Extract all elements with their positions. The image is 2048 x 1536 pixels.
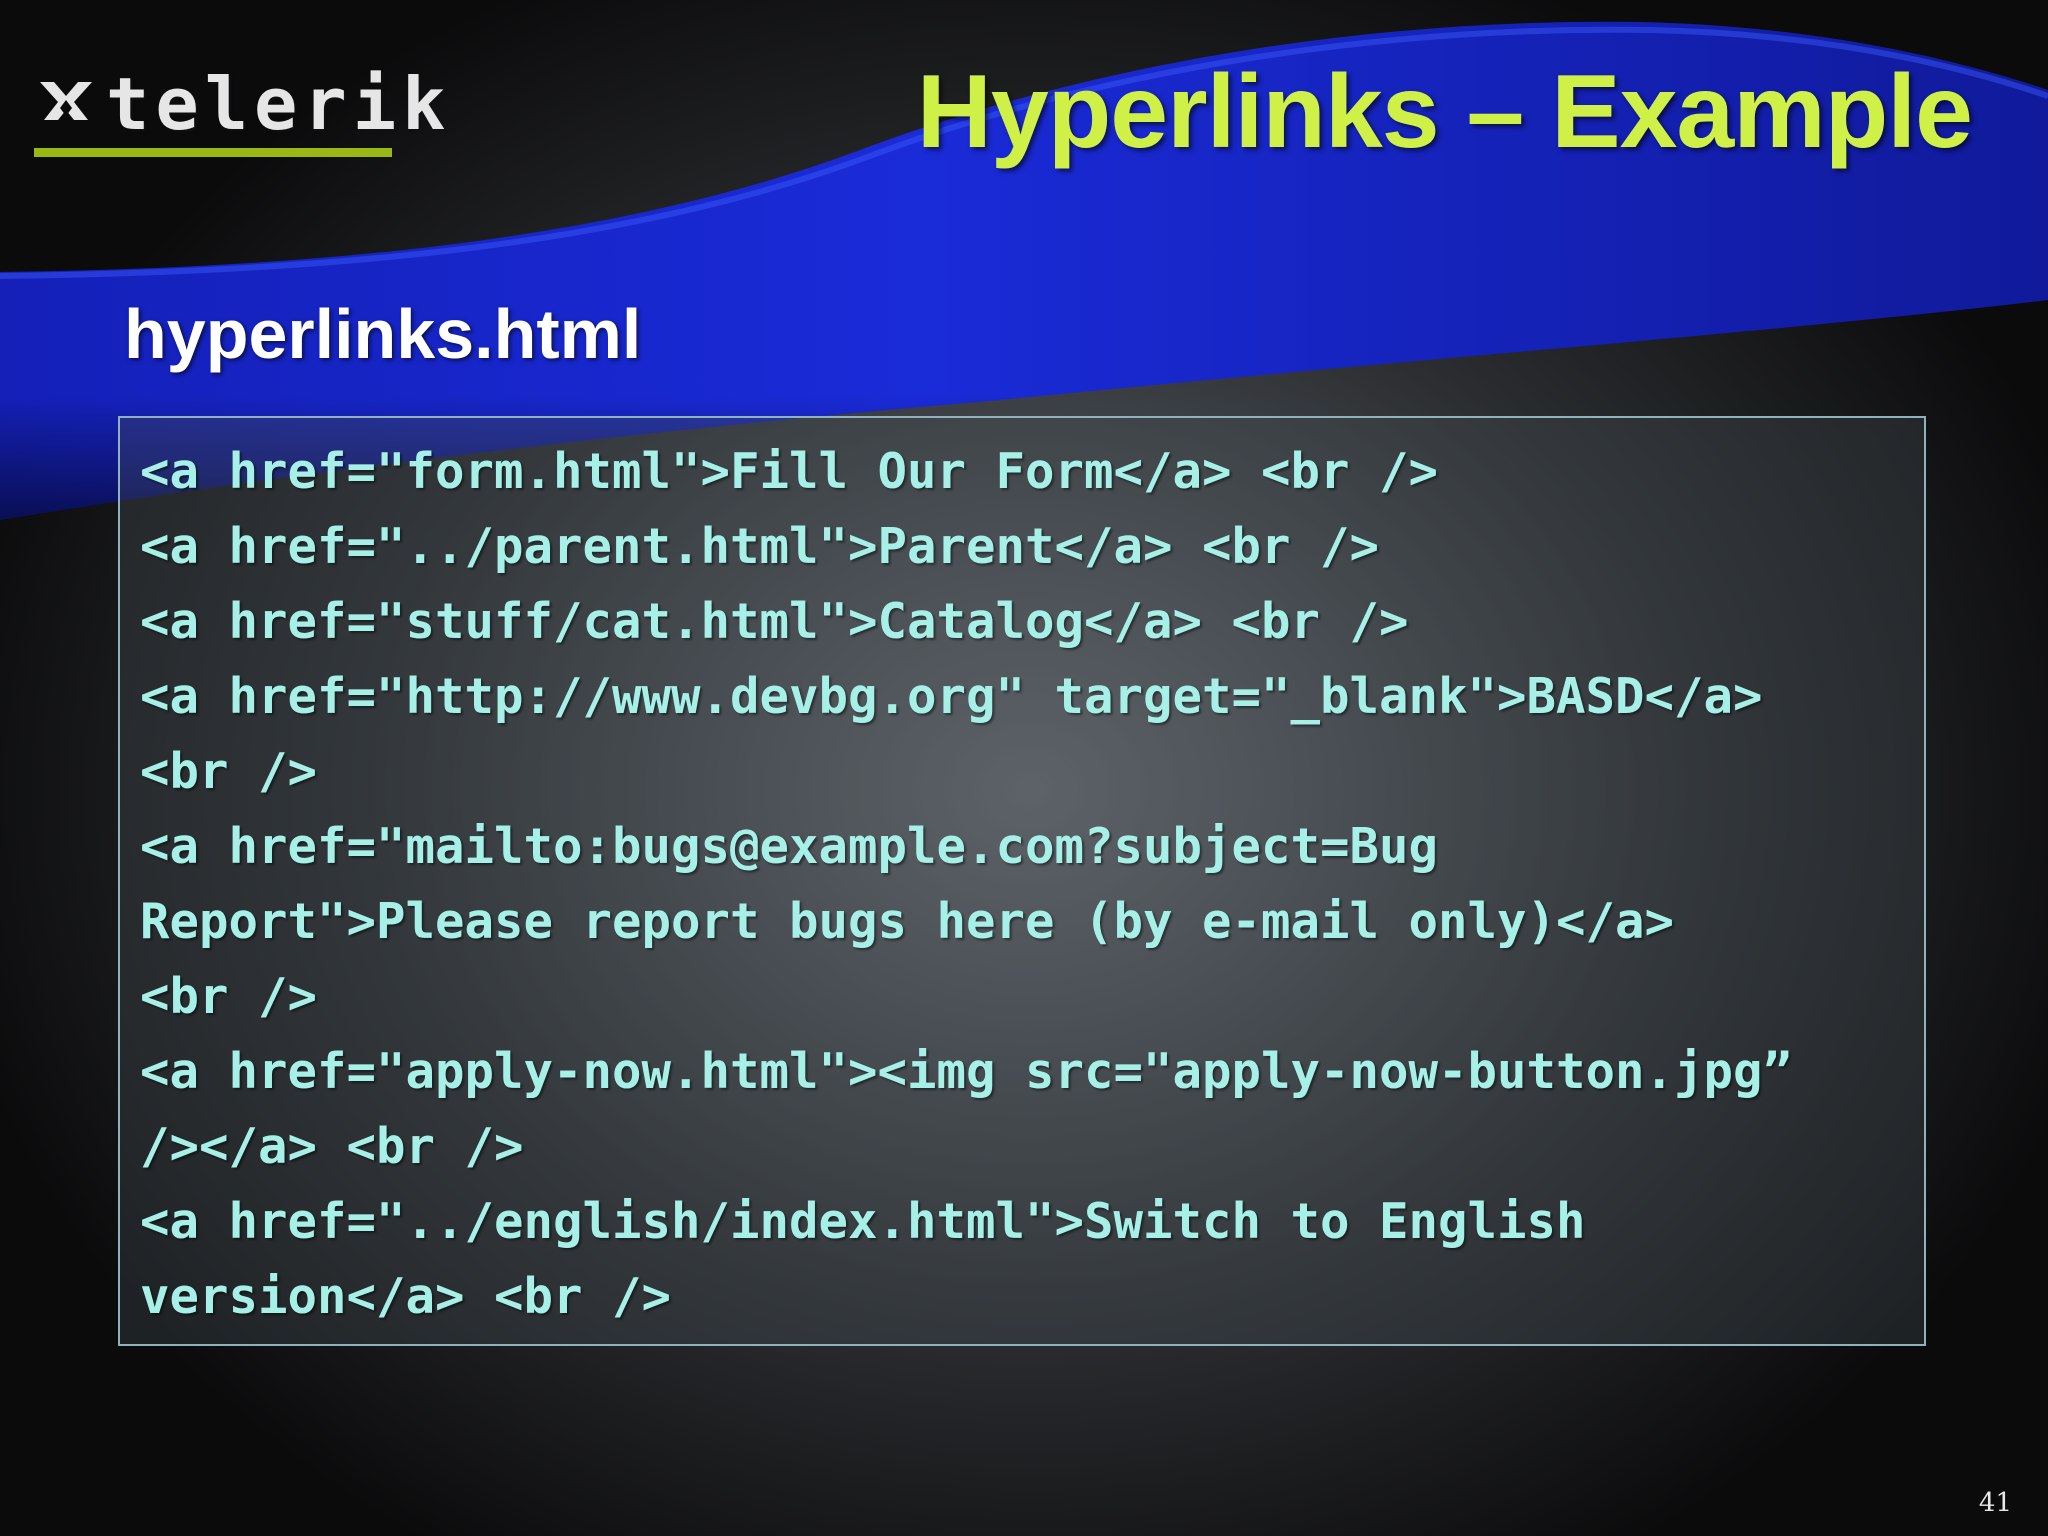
slide-title: Hyperlinks – Example (916, 54, 1973, 170)
code-line: <a href="http://www.devbg.org" target="_… (140, 668, 1763, 725)
code-line: /></a> <br /> (140, 1118, 524, 1175)
code-line: <a href="mailto:bugs@example.com?subject… (140, 818, 1439, 875)
slide: telerik Hyperlinks – Example hyperlinks.… (0, 0, 2048, 1536)
page-number: 41 (1978, 1488, 2012, 1518)
code-block: <a href="form.html">Fill Our Form</a> <b… (118, 416, 1926, 1346)
code-line: <a href="apply-now.html"><img src="apply… (140, 1043, 1793, 1100)
code-line: <a href="stuff/cat.html">Catalog</a> <br… (140, 593, 1409, 650)
code-line: <br /> (140, 968, 318, 1025)
code-line: <a href="../english/index.html">Switch t… (140, 1193, 1586, 1250)
telerik-logo: telerik (34, 62, 445, 162)
code-line: <a href="../parent.html">Parent</a> <br … (140, 518, 1380, 575)
code-line: version</a> <br /> (140, 1268, 672, 1325)
telerik-cross-mark-icon (40, 82, 92, 120)
code-line: <a href="form.html">Fill Our Form</a> <b… (140, 443, 1439, 500)
slide-subtitle: hyperlinks.html (124, 295, 642, 373)
code-line: Report">Please report bugs here (by e-ma… (140, 893, 1675, 950)
logo-wordmark: telerik (106, 62, 452, 146)
logo-underline (34, 148, 392, 157)
code-line: <br /> (140, 743, 318, 800)
